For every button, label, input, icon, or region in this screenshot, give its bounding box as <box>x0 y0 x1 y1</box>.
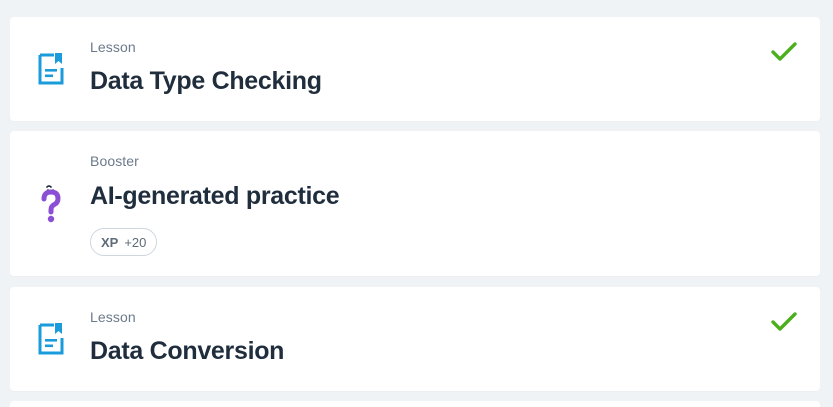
item-type-label: Lesson <box>90 39 136 55</box>
completed-check-icon <box>771 42 797 61</box>
lesson-document-icon <box>38 53 64 85</box>
item-title[interactable]: AI-generated practice <box>90 182 340 211</box>
xp-label: XP <box>101 234 119 250</box>
lesson-card[interactable]: Lesson Data Type Checking <box>10 17 820 121</box>
lesson-list: Lesson Data Type Checking Booster AI-gen… <box>0 0 833 407</box>
booster-card[interactable]: Booster AI-generated practice XP +20 <box>10 131 820 276</box>
list-item-partial[interactable] <box>10 401 820 407</box>
xp-badge: XP +20 <box>90 228 158 256</box>
item-type-label: Lesson <box>90 309 136 325</box>
lesson-card[interactable]: Lesson Data Conversion <box>10 287 820 391</box>
completed-check-icon <box>771 312 797 331</box>
xp-value: +20 <box>124 234 147 250</box>
lesson-document-icon <box>38 323 64 355</box>
item-title[interactable]: Data Conversion <box>90 337 284 366</box>
item-type-label: Booster <box>90 153 139 169</box>
item-title[interactable]: Data Type Checking <box>90 67 322 96</box>
question-mark-icon <box>41 185 61 223</box>
